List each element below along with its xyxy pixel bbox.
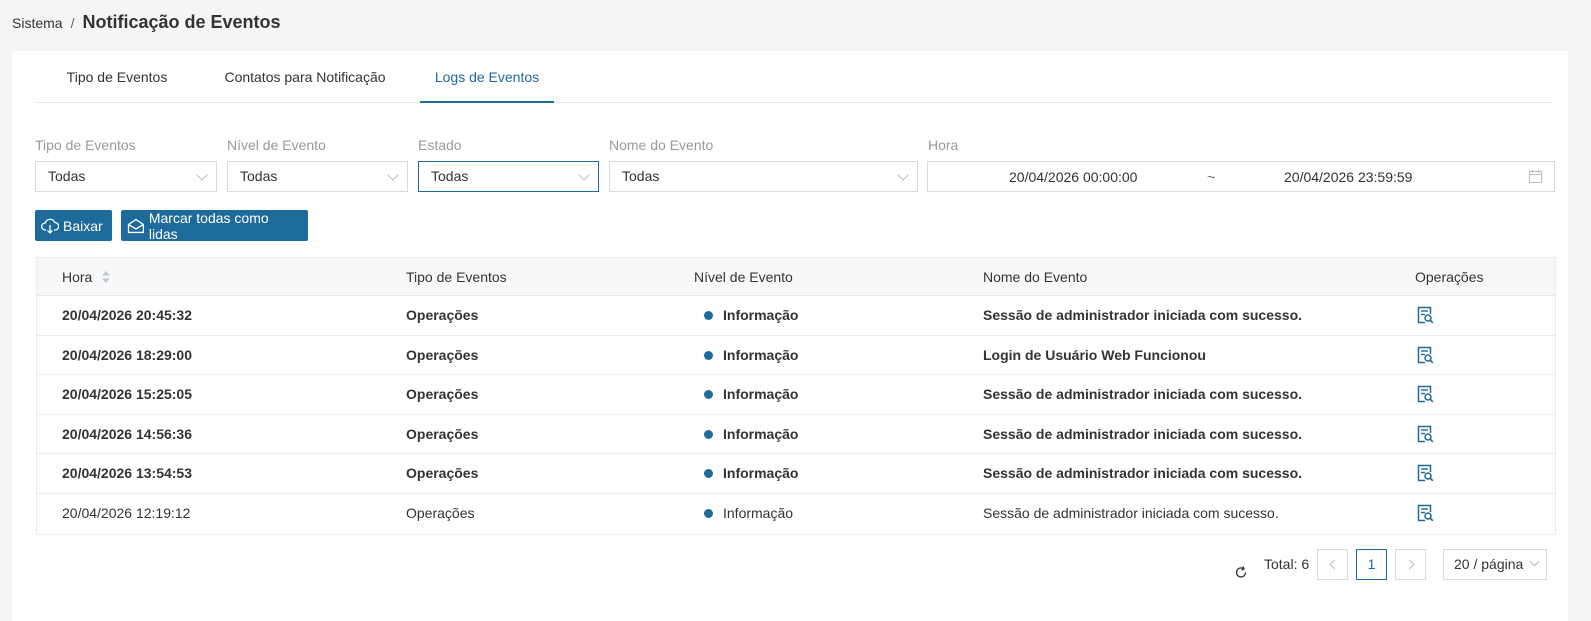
table-header: Hora Tipo de Eventos Nível de Evento Nom…: [37, 258, 1555, 296]
info-level-dot: [704, 469, 713, 479]
date-range-picker[interactable]: 20/04/2026 00:00:00 ~ 20/04/2026 23:59:5…: [927, 161, 1555, 192]
cell-hora: 20/04/2026 12:19:12: [62, 504, 191, 521]
estado-select-value: Todas: [431, 168, 469, 184]
tipo-select[interactable]: Todas: [35, 161, 217, 192]
details-icon[interactable]: [1416, 425, 1434, 443]
cell-nome: Sessão de administrador iniciada com suc…: [983, 465, 1303, 482]
cell-tipo: Operações: [406, 346, 479, 363]
cell-nivel: Informação: [723, 307, 799, 323]
breadcrumb: Sistema / Notificação de Eventos: [12, 12, 281, 34]
filter-label-tipo: Tipo de Eventos: [35, 137, 136, 153]
download-button[interactable]: Baixar: [35, 210, 112, 241]
cell-hora: 20/04/2026 18:29:00: [62, 346, 192, 363]
table-row: 20/04/2026 20:45:32 Operações Informação Se…: [37, 296, 1555, 336]
chevron-right-icon: [1404, 559, 1415, 570]
cell-hora: 20/04/2026 14:56:36: [62, 425, 192, 442]
filter-label-nivel: Nível de Evento: [227, 137, 326, 153]
filter-label-hora: Hora: [928, 137, 959, 153]
mark-all-read-label: Marcar todas como lidas: [148, 209, 269, 242]
chevron-left-icon: [1329, 559, 1340, 570]
cell-nivel: Informação: [723, 346, 799, 363]
table-row: 20/04/2026 13:54:53 Operações Informação Se…: [37, 454, 1555, 494]
page-1-button[interactable]: 1: [1356, 549, 1387, 580]
tab-logs-de-eventos[interactable]: Logs de Eventos: [420, 51, 554, 103]
filter-label-estado: Estado: [418, 137, 462, 153]
details-icon[interactable]: [1416, 306, 1434, 324]
column-header-hora-label: Hora: [62, 269, 93, 285]
date-range-start[interactable]: 20/04/2026 00:00:00: [1009, 169, 1137, 185]
event-log-table: Hora Tipo de Eventos Nível de Evento Nom…: [36, 257, 1556, 535]
nome-select[interactable]: Todas: [609, 161, 918, 192]
breadcrumb-root[interactable]: Sistema: [12, 15, 63, 31]
chevron-down-icon: [578, 169, 590, 181]
tab-contatos-notificacao[interactable]: Contatos para Notificação: [214, 51, 396, 103]
cell-nome: Login de Usuário Web Funcionou: [983, 346, 1206, 363]
info-level-dot: [704, 311, 713, 320]
mark-all-read-button[interactable]: Marcar todas como lidas: [121, 209, 308, 242]
cell-nome: Sessão de administrador iniciada com suc…: [983, 307, 1303, 323]
prev-page-button[interactable]: [1317, 549, 1348, 580]
table-row: 20/04/2026 15:25:05 Operações Informação Se…: [37, 375, 1555, 415]
nome-select-value: Todas: [622, 168, 660, 184]
pagination-total: Total: 6: [1264, 556, 1310, 572]
sort-icon[interactable]: [102, 271, 111, 284]
cell-nome: Sessão de administrador iniciada com suc…: [983, 425, 1303, 442]
next-page-button[interactable]: [1395, 549, 1426, 580]
details-icon[interactable]: [1416, 504, 1434, 522]
chevron-down-icon: [1529, 556, 1540, 567]
cloud-download-icon: [41, 218, 59, 234]
cell-nome: Sessão de administrador iniciada com suc…: [983, 386, 1303, 403]
cell-hora: 20/04/2026 20:45:32: [62, 307, 192, 323]
date-range-end[interactable]: 20/04/2026 23:59:59: [1284, 169, 1412, 185]
cell-tipo: Operações: [406, 465, 479, 482]
nivel-select-value: Todas: [240, 168, 278, 184]
page-size-value: 20 / página: [1454, 556, 1524, 572]
column-header-nivel: Nível de Evento: [694, 269, 793, 285]
cell-nivel: Informação: [723, 465, 799, 482]
cell-tipo: Operações: [406, 504, 475, 521]
calendar-icon: [1529, 170, 1542, 183]
info-level-dot: [704, 350, 713, 360]
page-size-select[interactable]: 20 / página: [1443, 549, 1547, 580]
table-row: 20/04/2026 12:19:12 Operações Informação Se…: [37, 494, 1555, 534]
filter-label-nome: Nome do Evento: [609, 137, 714, 153]
info-level-dot: [704, 390, 713, 400]
nivel-select[interactable]: Todas: [227, 161, 408, 192]
info-level-dot: [704, 429, 713, 439]
mail-open-icon: [127, 218, 145, 233]
column-header-tipo: Tipo de Eventos: [406, 269, 507, 285]
table-body: 20/04/2026 20:45:32 Operações Informação Se…: [37, 296, 1555, 534]
table-row: 20/04/2026 18:29:00 Operações Informação Lo…: [37, 336, 1555, 376]
cell-hora: 20/04/2026 15:25:05: [62, 386, 192, 403]
table-row: 20/04/2026 14:56:36 Operações Informação Se…: [37, 415, 1555, 455]
cell-nivel: Informação: [723, 504, 794, 521]
breadcrumb-separator: /: [70, 15, 75, 31]
cell-nivel: Informação: [723, 386, 799, 403]
download-button-label: Baixar: [63, 217, 103, 234]
tab-tipo-de-eventos[interactable]: Tipo de Eventos: [52, 51, 182, 103]
details-icon[interactable]: [1416, 385, 1434, 403]
cell-hora: 20/04/2026 13:54:53: [62, 465, 192, 482]
cell-nivel: Informação: [723, 425, 799, 442]
cell-tipo: Operações: [406, 386, 479, 403]
estado-select[interactable]: Todas: [418, 161, 599, 192]
details-icon[interactable]: [1416, 346, 1434, 364]
date-range-separator: ~: [1207, 169, 1216, 185]
cell-tipo: Operações: [406, 425, 479, 442]
column-header-nome: Nome do Evento: [983, 269, 1088, 285]
cell-nome: Sessão de administrador iniciada com suc…: [983, 504, 1279, 521]
content-card: Tipo de Eventos Contatos para Notificaçã…: [12, 51, 1568, 621]
cell-tipo: Operações: [406, 307, 479, 323]
chevron-down-icon: [196, 169, 208, 181]
details-icon[interactable]: [1416, 464, 1434, 482]
column-header-hora[interactable]: Hora: [62, 269, 111, 285]
tipo-select-value: Todas: [48, 168, 86, 184]
refresh-icon[interactable]: [1234, 557, 1248, 588]
page-title: Notificação de Eventos: [82, 12, 281, 32]
column-header-operacoes: Operações: [1415, 269, 1484, 285]
info-level-dot: [704, 508, 713, 518]
tab-bar: Tipo de Eventos Contatos para Notificaçã…: [36, 51, 1552, 103]
chevron-down-icon: [387, 169, 399, 181]
chevron-down-icon: [897, 169, 909, 181]
